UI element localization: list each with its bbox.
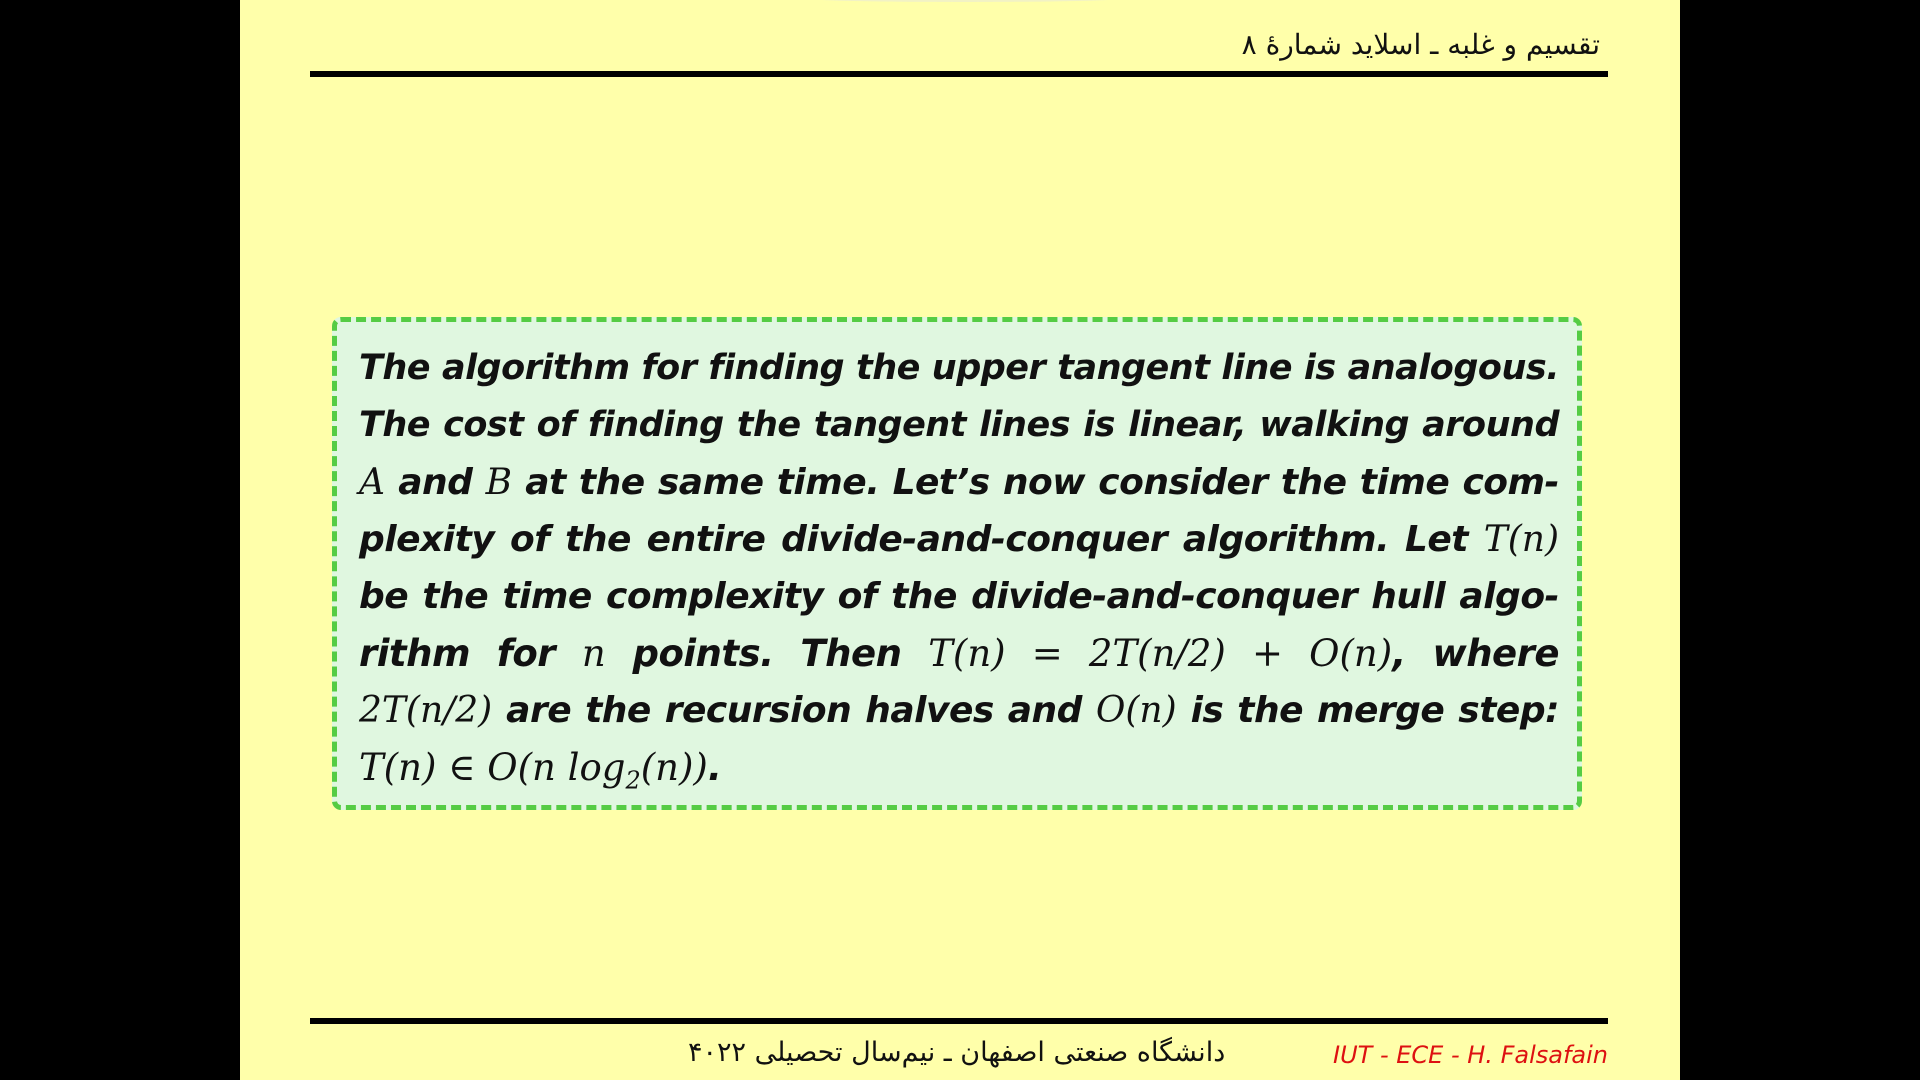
math-run: (n)) bbox=[640, 746, 708, 789]
text-line-5: be the time complexity of the divide-and… bbox=[359, 568, 1560, 625]
text-line-2: The cost of finding the tangent lines is… bbox=[359, 397, 1560, 454]
math-subscript: 2 bbox=[625, 766, 641, 795]
math-complexity-result: T(n) ∈ O(n log2(n)) bbox=[359, 746, 708, 792]
footer-author: IUT - ECE - H. Falsafain bbox=[1333, 1041, 1608, 1069]
text-line-3: A and B at the same time. Let’s now cons… bbox=[359, 454, 1559, 511]
text-run: be the time complexity of the divide-and… bbox=[359, 576, 1560, 617]
math-run: T(n) ∈ O(n log bbox=[359, 746, 626, 789]
highlight-box-text: The algorithm for finding the upper tang… bbox=[359, 340, 1560, 796]
highlight-box: The algorithm for finding the upper tang… bbox=[332, 317, 1582, 810]
text-run: plexity of the entire divide-and-conquer… bbox=[359, 519, 1484, 560]
slide-header-title: تقسیم و غلبه ـ اسلاید شمارهٔ ۸ bbox=[1241, 28, 1600, 61]
text-run: The cost of finding the tangent lines is… bbox=[359, 405, 1560, 445]
text-run: is the merge step: bbox=[1176, 690, 1560, 731]
text-run: and bbox=[385, 462, 486, 503]
text-run: rithm for bbox=[359, 632, 582, 675]
slide: تقسیم و غلبه ـ اسلاید شمارهٔ ۸ The algor… bbox=[240, 0, 1680, 1080]
math-halves: 2T(n/2) bbox=[359, 690, 493, 731]
math-symbol-b: B bbox=[485, 462, 513, 503]
text-run: at the same time. Let’s now consider the… bbox=[512, 462, 1559, 503]
text-run: are the recursion halves and bbox=[492, 690, 1096, 731]
text-run: points. Then bbox=[605, 632, 929, 675]
text-line-4: plexity of the entire divide-and-conquer… bbox=[359, 511, 1559, 568]
header-rule bbox=[310, 71, 1608, 77]
footer-university: دانشگاه صنعتی اصفهان ـ نیم‌سال تحصیلی ۴۰… bbox=[688, 1037, 1226, 1068]
text-run: . bbox=[707, 746, 722, 789]
math-n: n bbox=[581, 632, 606, 675]
top-glow-decoration bbox=[800, 0, 1130, 2]
text-line-1: The algorithm for finding the upper tang… bbox=[359, 340, 1560, 397]
math-recurrence: T(n) = 2T(n/2) + O(n) bbox=[928, 632, 1393, 675]
math-symbol-a: A bbox=[359, 462, 385, 503]
math-t-of-n: T(n) bbox=[1483, 519, 1559, 560]
text-line-7: 2T(n/2) are the recursion halves and O(n… bbox=[359, 682, 1560, 739]
footer-rule bbox=[310, 1018, 1608, 1024]
text-run: , where bbox=[1392, 632, 1559, 675]
text-run: The algorithm for finding the upper tang… bbox=[359, 348, 1560, 388]
text-line-8: T(n) ∈ O(n log2(n)). bbox=[359, 739, 1559, 796]
text-line-6: rithm for n points. Then T(n) = 2T(n/2) … bbox=[359, 625, 1559, 682]
math-o-of-n: O(n) bbox=[1095, 690, 1177, 731]
